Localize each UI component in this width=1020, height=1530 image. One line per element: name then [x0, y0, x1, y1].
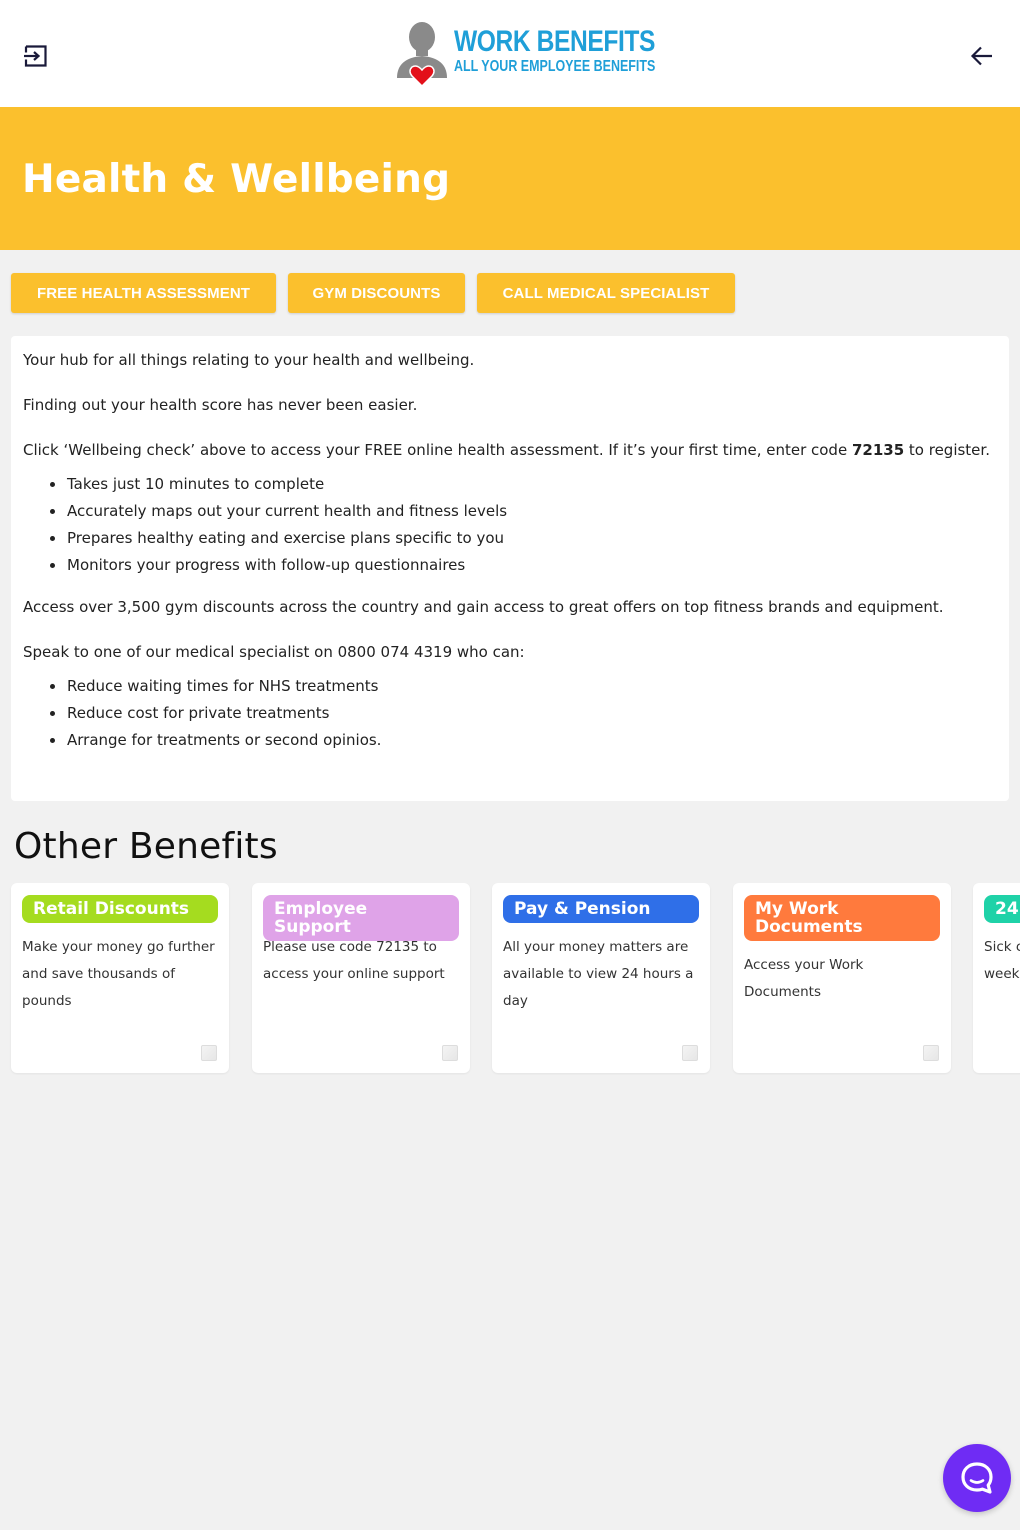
card-employee-support[interactable]: Employee Support Please use code 72135 t… — [252, 883, 470, 1073]
card-my-work-documents[interactable]: My Work Documents Access your Work Docum… — [733, 883, 951, 1073]
card-description: Make your money go further and save thou… — [22, 939, 215, 1009]
card-partial-24[interactable]: 24 Sick c week — [973, 883, 1020, 1073]
work-benefits-logo[interactable]: WORK BENEFITS ALL YOUR EMPLOYEE BENEFITS — [394, 20, 655, 88]
broken-image-icon — [201, 1045, 217, 1061]
specialist-list: Reduce waiting times for NHS treatments … — [23, 676, 997, 750]
card-retail-discounts[interactable]: Retail Discounts Make your money go furt… — [11, 883, 229, 1073]
wellbeing-check-text: Click ‘Wellbeing check’ above to access … — [23, 440, 997, 460]
person-heart-icon — [397, 22, 447, 88]
benefit-cards: Retail Discounts Make your money go furt… — [0, 883, 1020, 1075]
health-info-panel: Your hub for all things relating to your… — [11, 336, 1009, 801]
arrow-left-icon — [970, 46, 992, 66]
logo-subtitle: ALL YOUR EMPLOYEE BENEFITS — [454, 58, 656, 75]
chat-button[interactable] — [943, 1444, 1011, 1512]
register-code: 72135 — [851, 441, 905, 459]
card-pay-pension[interactable]: Pay & Pension All your money matters are… — [492, 883, 710, 1073]
tab-free-health-assessment[interactable]: FREE HEALTH ASSESSMENT — [11, 273, 276, 313]
logo-title: WORK BENEFITS — [454, 25, 656, 58]
card-title: 24 — [984, 895, 1020, 923]
card-description: Please use code 72135 to access your onl… — [263, 939, 445, 982]
page-banner: Health & Wellbeing — [0, 107, 1020, 250]
card-title: Pay & Pension — [503, 895, 699, 923]
page-title: Health & Wellbeing — [22, 157, 451, 202]
card-description: All your money matters are available to … — [503, 939, 694, 1009]
logout-icon — [24, 45, 47, 67]
chat-bubble-icon — [961, 1462, 993, 1494]
back-button[interactable] — [964, 38, 1000, 74]
specialist-text: Speak to one of our medical specialist o… — [23, 643, 525, 661]
card-title: Retail Discounts — [22, 895, 218, 923]
broken-image-icon — [923, 1045, 939, 1061]
logout-button[interactable] — [18, 38, 54, 74]
other-benefits-title: Other Benefits — [14, 826, 278, 867]
list-item: Takes just 10 minutes to complete — [50, 474, 997, 494]
gym-text: Access over 3,500 gym discounts across t… — [23, 598, 944, 616]
list-item: Reduce cost for private treatments — [50, 703, 997, 723]
intro-text: Your hub for all things relating to your… — [23, 351, 475, 369]
action-tabs: FREE HEALTH ASSESSMENT GYM DISCOUNTS CAL… — [11, 273, 735, 313]
tab-call-medical-specialist[interactable]: CALL MEDICAL SPECIALIST — [477, 273, 735, 313]
list-item: Arrange for treatments or second opinios… — [50, 730, 997, 750]
list-item: Monitors your progress with follow-up qu… — [50, 555, 997, 575]
list-item: Prepares healthy eating and exercise pla… — [50, 528, 997, 548]
wellbeing-check-before: Click ‘Wellbeing check’ above to access … — [23, 441, 852, 459]
card-description: Sick c week — [984, 939, 1020, 982]
broken-image-icon — [682, 1045, 698, 1061]
assessment-list: Takes just 10 minutes to complete Accura… — [23, 474, 997, 575]
card-title: My Work Documents — [744, 895, 940, 941]
wellbeing-check-after: to register. — [904, 441, 990, 459]
list-item: Reduce waiting times for NHS treatments — [50, 676, 997, 696]
tab-gym-discounts[interactable]: GYM DISCOUNTS — [288, 273, 465, 313]
card-description: Access your Work Documents — [744, 957, 864, 1000]
score-text: Finding out your health score has never … — [23, 396, 418, 414]
list-item: Accurately maps out your current health … — [50, 501, 997, 521]
broken-image-icon — [442, 1045, 458, 1061]
top-bar: WORK BENEFITS ALL YOUR EMPLOYEE BENEFITS — [0, 0, 1020, 107]
